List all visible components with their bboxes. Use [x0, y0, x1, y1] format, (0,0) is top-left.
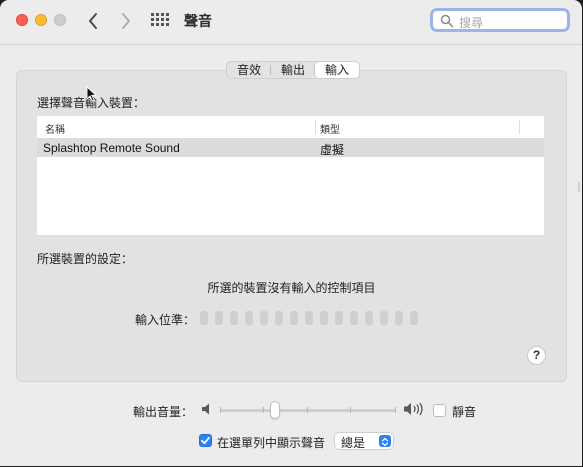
select-value: 總是 [341, 436, 366, 450]
speaker-low-icon [202, 403, 209, 415]
close-window-button[interactable] [16, 14, 28, 26]
output-volume-label: 輸出音量： [133, 405, 194, 419]
slider-tick [350, 407, 351, 413]
window-edge-indicator [578, 182, 580, 192]
forward-button[interactable] [115, 10, 135, 32]
no-controls-message: 所選的裝置沒有輸入的控制項目 [207, 281, 376, 295]
input-device-table[interactable]: 名稱 類型 Splashtop Remote Sound 虛擬 [37, 116, 544, 235]
level-segment [290, 311, 298, 325]
input-panel: 選擇聲音輸入裝置： 名稱 類型 Splashtop Remote Sound 虛… [16, 70, 567, 382]
level-segment [305, 311, 313, 325]
slider-tick [263, 407, 264, 413]
column-header-name[interactable]: 名稱 [45, 121, 65, 136]
tab-input[interactable]: 輸入 [315, 62, 360, 78]
level-segment [260, 311, 268, 325]
search-icon [440, 14, 454, 28]
column-separator [315, 120, 316, 134]
selected-device-settings-label: 所選裝置的設定： [37, 252, 134, 266]
checkmark-icon [201, 436, 210, 445]
sound-preferences-window: 聲音 搜尋 選擇聲音輸入裝置： 名稱 類型 Splashtop Remote S… [0, 0, 582, 466]
input-level-meter [200, 311, 418, 325]
select-arrows-icon [379, 435, 391, 447]
chevron-left-icon [89, 13, 97, 29]
column-separator [519, 120, 520, 134]
mute-checkbox[interactable] [433, 404, 446, 417]
tab-bar: 音效 輸出 輸入 [226, 61, 361, 79]
slider-knob[interactable] [270, 401, 280, 419]
chevron-right-icon [122, 13, 130, 29]
level-segment [320, 311, 328, 325]
slider-track [220, 409, 396, 412]
level-segment [395, 311, 403, 325]
level-segment [215, 311, 223, 325]
zoom-window-button[interactable] [54, 14, 66, 26]
show-in-menu-bar-label: 在選單列中顯示聲音 [217, 436, 326, 450]
show-all-grid-icon[interactable] [151, 13, 169, 27]
back-button[interactable] [84, 10, 104, 32]
window-title: 聲音 [184, 13, 212, 29]
minimize-window-button[interactable] [35, 14, 47, 26]
level-segment [410, 311, 418, 325]
column-header-type[interactable]: 類型 [320, 121, 340, 136]
search-field[interactable]: 搜尋 [430, 8, 570, 32]
table-header: 名稱 類型 [37, 116, 544, 139]
show-in-menu-bar-select[interactable]: 總是 [334, 432, 394, 450]
help-button[interactable]: ? [527, 346, 546, 365]
tab-output[interactable]: 輸出 [271, 62, 316, 78]
speaker-high-icon [404, 402, 423, 416]
tab-sound-effects[interactable]: 音效 [227, 62, 272, 78]
level-segment [230, 311, 238, 325]
level-segment [200, 311, 208, 325]
level-segment [245, 311, 253, 325]
slider-tick [307, 407, 308, 413]
mute-label: 靜音 [452, 405, 477, 419]
toolbar: 聲音 搜尋 [0, 0, 582, 45]
input-level-label: 輸入位準： [135, 313, 196, 327]
slider-tick [220, 407, 221, 413]
level-segment [335, 311, 343, 325]
show-in-menu-bar-checkbox[interactable] [199, 434, 212, 447]
level-segment [350, 311, 358, 325]
mouse-cursor-icon [86, 86, 98, 102]
device-name: Splashtop Remote Sound [43, 141, 180, 155]
output-volume-slider[interactable] [220, 400, 396, 420]
table-row[interactable]: Splashtop Remote Sound 虛擬 [37, 138, 544, 157]
level-segment [380, 311, 388, 325]
slider-tick [395, 407, 396, 413]
level-segment [275, 311, 283, 325]
search-placeholder: 搜尋 [459, 16, 484, 30]
level-segment [365, 311, 373, 325]
device-type: 虛擬 [320, 143, 345, 157]
